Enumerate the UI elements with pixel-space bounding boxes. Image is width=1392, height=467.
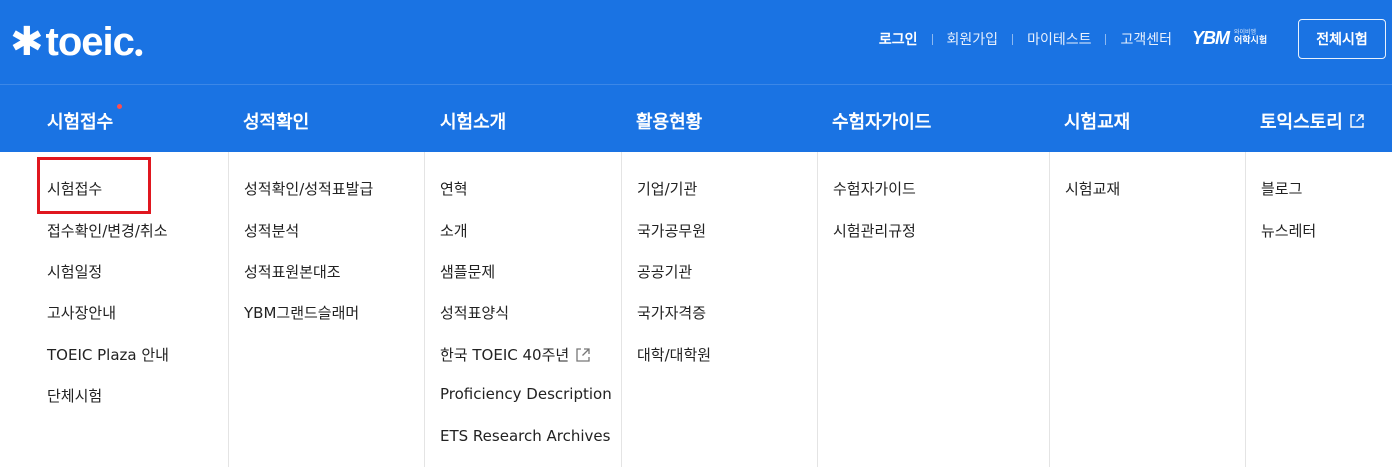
- submenu-item-sample-questions[interactable]: 샘플문제: [440, 261, 495, 282]
- submenu-item-exam-registration[interactable]: 시험접수: [47, 178, 102, 199]
- customer-center-link[interactable]: 고객센터: [1120, 29, 1172, 49]
- mega-menu: 시험접수 접수확인/변경/취소 시험일정 고사장안내 TOEIC Plaza 안…: [0, 152, 1392, 467]
- submenu-item-test-center[interactable]: 고사장안내: [47, 302, 116, 323]
- submenu-item-toeic-plaza[interactable]: TOEIC Plaza 안내: [47, 344, 169, 365]
- submenu-item-score-verify[interactable]: 성적표원본대조: [244, 261, 341, 282]
- toeic-logo[interactable]: ✱ toeic ●: [10, 20, 143, 64]
- submenu-item-grand-slammer[interactable]: YBM그랜드슬래머: [244, 302, 359, 323]
- external-link-icon: [576, 347, 590, 362]
- submenu-item-newsletter[interactable]: 뉴스레터: [1261, 220, 1316, 241]
- submenu-exam-registration: 시험접수 접수확인/변경/취소 시험일정 고사장안내 TOEIC Plaza 안…: [47, 152, 227, 467]
- asterisk-logo-icon: ✱: [10, 19, 44, 65]
- nav-examinee-guide[interactable]: 수험자가이드: [832, 108, 931, 134]
- divider: [1012, 33, 1014, 45]
- nav-label: 토익스토리: [1260, 112, 1343, 133]
- submenu-item-blog[interactable]: 블로그: [1261, 178, 1302, 199]
- nav-label: 수험자가이드: [832, 112, 932, 133]
- ybm-subtitle-line1: 와이비엠: [1234, 29, 1257, 36]
- nav-usage-status[interactable]: 활용현황: [636, 108, 702, 134]
- logo-text: toeic: [45, 20, 135, 64]
- ybm-subtitle: 와이비엠 어학시험: [1234, 30, 1267, 46]
- ybm-subtitle-line2: 어학시험: [1234, 36, 1268, 46]
- external-link-icon: [1350, 114, 1364, 128]
- submenu-item-textbooks[interactable]: 시험교재: [1065, 178, 1120, 199]
- new-dot-icon: [117, 104, 123, 109]
- submenu-score-check: 성적확인/성적표발급 성적분석 성적표원본대조 YBM그랜드슬래머: [228, 152, 424, 467]
- submenu-item-civil-servants[interactable]: 국가공무원: [637, 220, 706, 241]
- submenu-item-universities[interactable]: 대학/대학원: [637, 344, 711, 365]
- nav-score-check[interactable]: 성적확인: [243, 108, 309, 134]
- submenu-item-score-analysis[interactable]: 성적분석: [244, 220, 299, 241]
- submenu-item-score-report[interactable]: 성적확인/성적표발급: [244, 178, 373, 199]
- submenu-toeic-story: 블로그 뉴스레터: [1245, 152, 1392, 467]
- submenu-item-exam-regulations[interactable]: 시험관리규정: [833, 220, 916, 241]
- registered-mark-icon: ●: [134, 48, 143, 58]
- login-link[interactable]: 로그인: [879, 29, 918, 49]
- submenu-item-introduction[interactable]: 소개: [440, 220, 468, 241]
- submenu-item-40th-anniversary[interactable]: 한국 TOEIC 40주년: [440, 344, 591, 365]
- nav-label: 시험접수: [47, 112, 114, 133]
- nav-exam-intro[interactable]: 시험소개: [440, 108, 506, 134]
- submenu-item-public-institutions[interactable]: 공공기관: [637, 261, 692, 282]
- nav-label: 시험소개: [440, 112, 507, 133]
- nav-exam-registration[interactable]: 시험접수: [47, 104, 123, 134]
- submenu-item-group-exam[interactable]: 단체시험: [47, 385, 102, 406]
- nav-textbooks[interactable]: 시험교재: [1064, 108, 1130, 134]
- submenu-item-label: 한국 TOEIC 40주년: [440, 346, 570, 364]
- submenu-item-research-archives[interactable]: ETS Research Archives: [440, 427, 610, 445]
- nav-label: 시험교재: [1064, 112, 1131, 133]
- ybm-mark: YBM: [1192, 27, 1230, 48]
- submenu-item-examinee-guide[interactable]: 수험자가이드: [833, 178, 916, 199]
- submenu-item-registration-check[interactable]: 접수확인/변경/취소: [47, 220, 168, 241]
- submenu-item-companies[interactable]: 기업/기관: [637, 178, 697, 199]
- divider: [1105, 33, 1107, 45]
- ybm-partner-logo[interactable]: YBM 와이비엠 어학시험: [1192, 27, 1267, 49]
- nav-label: 성적확인: [243, 112, 310, 133]
- nav-toeic-story[interactable]: 토익스토리: [1260, 108, 1365, 134]
- submenu-item-national-certificates[interactable]: 국가자격증: [637, 302, 706, 323]
- submenu-examinee-guide: 수험자가이드 시험관리규정: [817, 152, 1049, 467]
- submenu-usage-status: 기업/기관 국가공무원 공공기관 국가자격증 대학/대학원: [621, 152, 817, 467]
- top-header: ✱ toeic ● 로그인 회원가입 마이테스트 고객센터 YBM 와이비엠 어…: [0, 0, 1392, 84]
- signup-link[interactable]: 회원가입: [947, 29, 999, 49]
- nav-label: 활용현황: [636, 112, 703, 133]
- submenu-textbooks: 시험교재: [1049, 152, 1245, 467]
- submenu-item-history[interactable]: 연혁: [440, 178, 468, 199]
- divider: [931, 33, 933, 45]
- all-tests-button[interactable]: 전체시험: [1298, 19, 1386, 59]
- submenu-item-score-format[interactable]: 성적표양식: [440, 302, 509, 323]
- mytest-link[interactable]: 마이테스트: [1027, 29, 1091, 49]
- utility-nav: 로그인 회원가입 마이테스트 고객센터: [879, 28, 1172, 50]
- main-nav: 시험접수 성적확인 시험소개 활용현황 수험자가이드 시험교재 토익스토리: [0, 84, 1392, 152]
- submenu-exam-intro: 연혁 소개 샘플문제 성적표양식 한국 TOEIC 40주년 Proficien…: [424, 152, 621, 467]
- submenu-item-exam-schedule[interactable]: 시험일정: [47, 261, 102, 282]
- submenu-item-proficiency[interactable]: Proficiency Description: [440, 385, 612, 403]
